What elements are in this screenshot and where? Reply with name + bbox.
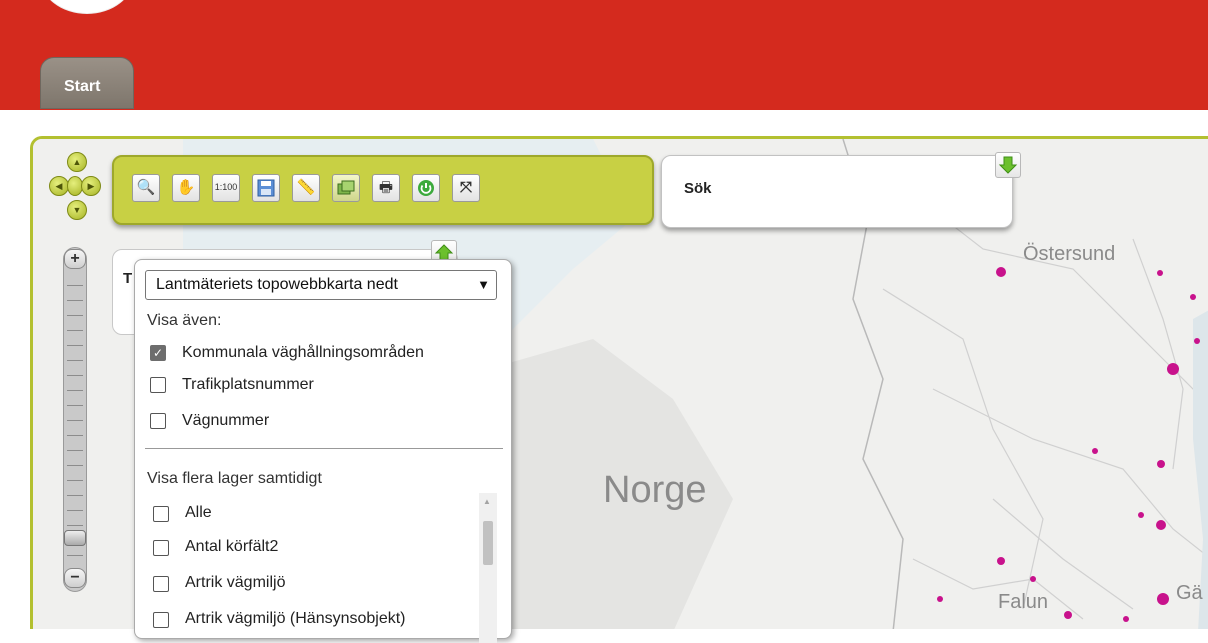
zoom-in-tool-icon[interactable]: 🔍 xyxy=(132,174,160,202)
pan-up-button[interactable]: ▲ xyxy=(67,152,87,172)
app-header: Start xyxy=(0,0,1208,110)
fullscreen-tool-icon[interactable]: ⤧ xyxy=(452,174,480,202)
checkbox-label-trafikplatsnummer[interactable]: Trafikplatsnummer xyxy=(182,376,314,394)
layer-dropdown: Lantmäteriets topowebbkarta nedt ▼ Visa … xyxy=(134,259,512,643)
checkbox-trafikplatsnummer[interactable] xyxy=(150,377,166,393)
pan-right-button[interactable]: ▶ xyxy=(81,176,101,196)
scroll-thumb[interactable] xyxy=(483,521,493,565)
collapse-search-arrow-icon[interactable] xyxy=(995,152,1021,178)
scale-tool-icon[interactable]: 1:100 xyxy=(212,174,240,202)
zoom-out-button[interactable]: − xyxy=(64,568,86,588)
checkbox-label-kommunala[interactable]: Kommunala väghållningsområden xyxy=(182,344,424,362)
place-label-falun: Falun xyxy=(998,591,1049,613)
logo xyxy=(40,0,134,14)
checkbox-vagnummer[interactable] xyxy=(150,413,166,429)
layer-label[interactable]: Alle xyxy=(185,504,212,522)
pan-hand-tool-icon[interactable]: ✋ xyxy=(172,174,200,202)
layer-label[interactable]: Artrik vägmiljö (Hänsynsobjekt) xyxy=(185,610,406,628)
divider xyxy=(145,448,503,449)
power-tool-icon[interactable] xyxy=(412,174,440,202)
save-tool-icon[interactable] xyxy=(252,174,280,202)
basemap-select-value: Lantmäteriets topowebbkarta nedt xyxy=(156,276,398,293)
layer-list[interactable]: Alle Antal körfält2 Artrik vägmiljö Artr… xyxy=(135,490,495,640)
layer-label[interactable]: Artrik vägmiljö xyxy=(185,574,285,592)
chevron-down-icon: ▼ xyxy=(477,277,490,292)
search-label: Sök xyxy=(684,180,712,197)
measure-tool-icon[interactable]: 📏 xyxy=(292,174,320,202)
search-panel: Sök xyxy=(661,152,1021,228)
scroll-up-icon[interactable]: ▲ xyxy=(483,497,491,506)
layer-checkbox[interactable] xyxy=(153,576,169,592)
print-tool-icon[interactable]: 🖶 xyxy=(372,174,400,202)
place-label-norge: Norge xyxy=(603,469,707,511)
zoom-in-button[interactable]: + xyxy=(64,249,86,269)
visa-aven-label: Visa även: xyxy=(147,312,222,329)
map-toolbar: 🔍 ✋ 1:100 📏 🖶 ⤧ xyxy=(112,155,654,225)
basemap-select[interactable]: Lantmäteriets topowebbkarta nedt ▼ xyxy=(145,270,497,300)
place-label-ga: Gä xyxy=(1176,582,1203,604)
multi-layer-label: Visa flera lager samtidigt xyxy=(147,470,322,487)
zoom-slider-handle[interactable] xyxy=(64,530,86,546)
layer-checkbox[interactable] xyxy=(153,540,169,556)
zoom-levels[interactable] xyxy=(67,271,83,567)
checkbox-kommunala[interactable]: ✓ xyxy=(150,345,166,361)
pan-left-button[interactable]: ◀ xyxy=(49,176,69,196)
layer-checkbox[interactable] xyxy=(153,612,169,628)
layers-tool-icon[interactable] xyxy=(332,174,360,202)
pan-control: ▲ ◀ ▶ ▼ xyxy=(47,152,107,232)
layer-list-scrollbar[interactable]: ▲ xyxy=(479,493,497,643)
layer-panel-label: T xyxy=(123,270,133,287)
place-label-ostersund: Östersund xyxy=(1023,243,1116,265)
pan-down-button[interactable]: ▼ xyxy=(67,200,87,220)
tab-start[interactable]: Start xyxy=(40,57,134,109)
layer-label[interactable]: Antal körfält2 xyxy=(185,538,278,556)
layer-checkbox[interactable] xyxy=(153,506,169,522)
checkbox-label-vagnummer[interactable]: Vägnummer xyxy=(182,412,269,430)
zoom-bar: + − xyxy=(60,247,90,592)
